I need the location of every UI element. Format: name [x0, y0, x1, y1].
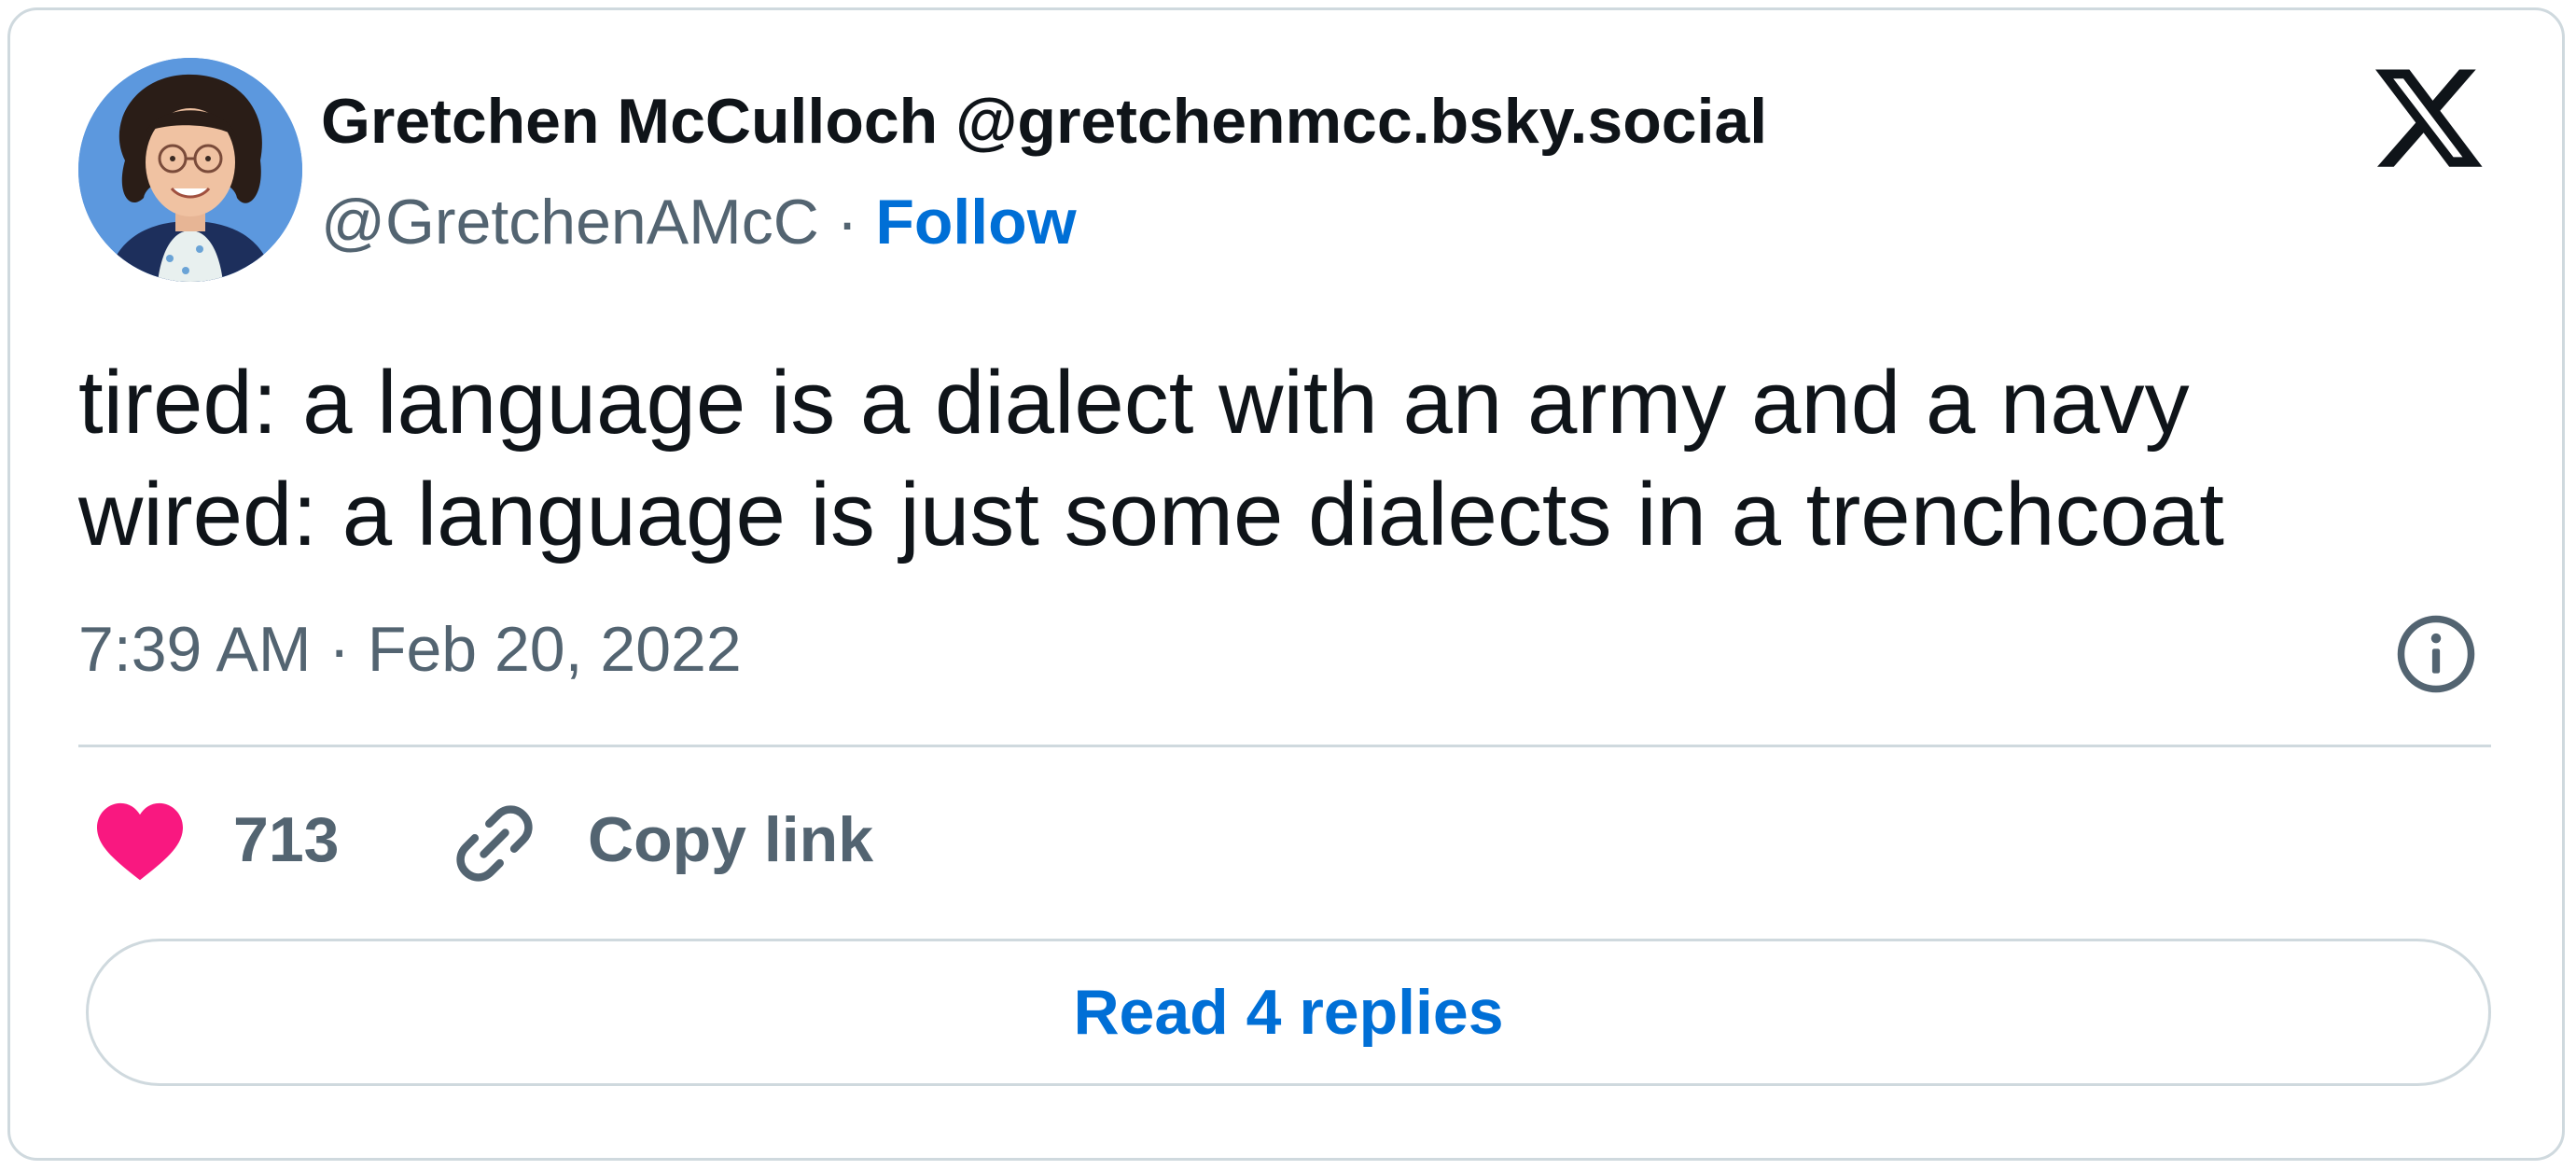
- copy-link-button[interactable]: Copy link: [588, 802, 873, 879]
- author-handle-row: @GretchenAMcC · Follow: [321, 185, 1077, 261]
- follow-button[interactable]: Follow: [875, 187, 1076, 258]
- link-icon[interactable]: [452, 801, 537, 886]
- like-count[interactable]: 713: [233, 802, 339, 879]
- tweet-text-line: tired: a language is a dialect with an a…: [78, 353, 2190, 453]
- x-logo-icon[interactable]: [2375, 69, 2485, 175]
- heart-icon[interactable]: [97, 802, 183, 883]
- handle-separator: ·: [836, 187, 858, 258]
- author-handle[interactable]: @GretchenAMcC: [321, 187, 819, 258]
- avatar-portrait-icon: [78, 58, 302, 282]
- avatar[interactable]: [78, 58, 302, 282]
- tweet-text: tired: a language is a dialect with an a…: [78, 347, 2485, 571]
- read-replies-button[interactable]: Read 4 replies: [86, 939, 2491, 1086]
- read-replies-label: Read 4 replies: [1073, 977, 1504, 1048]
- author-display-name[interactable]: Gretchen McCulloch @gretchenmcc.bsky.soc…: [321, 84, 1767, 160]
- tweet-text-line: wired: a language is just some dialects …: [78, 465, 2224, 564]
- info-icon[interactable]: [2394, 612, 2478, 696]
- tweet-timestamp[interactable]: 7:39 AM · Feb 20, 2022: [78, 612, 742, 689]
- divider: [78, 745, 2491, 747]
